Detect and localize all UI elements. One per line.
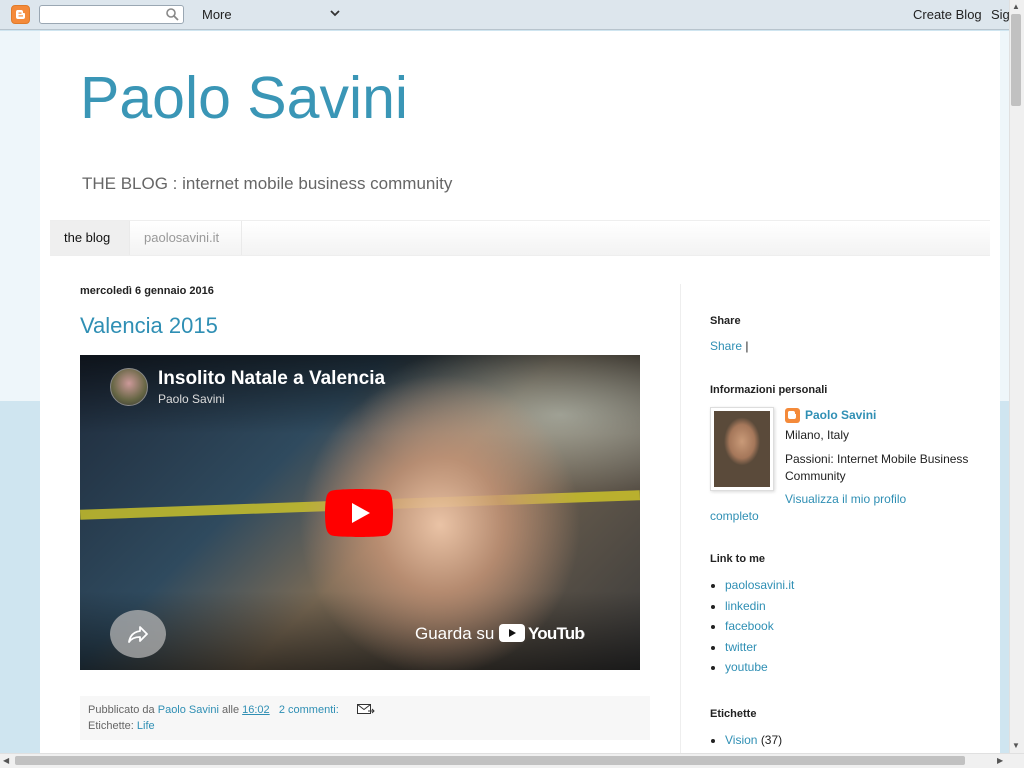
post-time-link[interactable]: 16:02 (242, 704, 270, 716)
post-title[interactable]: Valencia 2015 (80, 313, 218, 339)
chevron-down-icon[interactable] (330, 10, 340, 18)
at-label: alle (221, 704, 240, 716)
profile-passions: Passioni: Internet Mobile Business Commu… (785, 452, 969, 483)
page-tabs: the blog paolosavini.it (50, 220, 990, 256)
published-by-label: Pubblicato da (88, 704, 155, 716)
label-vision-link[interactable]: Vision (725, 733, 757, 747)
more-menu[interactable]: More (202, 7, 232, 22)
sign-in-link[interactable]: Sig (991, 7, 1010, 22)
link-paolosavini[interactable]: paolosavini.it (725, 578, 794, 592)
search-icon[interactable] (166, 8, 179, 21)
profile-heading: Informazioni personali (710, 384, 828, 396)
label-count: (37) (760, 733, 783, 747)
tab-the-blog[interactable]: the blog (50, 221, 130, 255)
email-post-icon[interactable] (357, 703, 375, 715)
list-item: Vision (37) (725, 730, 782, 751)
blog-description: THE BLOG : internet mobile business comm… (82, 174, 453, 193)
labels-prefix: Etichette: (88, 720, 134, 732)
blog-container: Paolo Savini THE BLOG : internet mobile … (40, 31, 1000, 753)
vertical-scroll-thumb[interactable] (1011, 14, 1021, 106)
blogger-navbar: More Create Blog Sig (0, 0, 1024, 30)
blog-title[interactable]: Paolo Savini (80, 64, 408, 132)
video-title[interactable]: Insolito Natale a Valencia (158, 368, 385, 390)
share-icon[interactable] (110, 610, 166, 658)
list-item: twitter (725, 637, 794, 658)
profile-name-link[interactable]: Paolo Savini (805, 408, 876, 422)
video-channel: Paolo Savini (158, 392, 225, 406)
list-item: linkedin (725, 596, 794, 617)
labels-list: Vision (37) (710, 730, 782, 751)
watch-on-label[interactable]: Guarda su (415, 624, 494, 644)
vertical-scrollbar[interactable] (1009, 0, 1024, 753)
share-heading: Share (710, 315, 741, 327)
scroll-up-icon[interactable]: ▲ (1012, 2, 1020, 11)
post-label-link[interactable]: Life (137, 720, 155, 732)
links-heading: Link to me (710, 553, 766, 565)
profile-avatar[interactable] (710, 407, 774, 491)
post-author-link[interactable]: Paolo Savini (158, 704, 219, 716)
share-link[interactable]: Share (710, 339, 742, 353)
create-blog-link[interactable]: Create Blog (913, 7, 982, 22)
scroll-left-icon[interactable]: ◀ (3, 756, 9, 765)
share-separator: | (745, 339, 749, 353)
channel-avatar[interactable] (110, 368, 148, 406)
labels-heading: Etichette (710, 708, 757, 720)
link-facebook[interactable]: facebook (725, 619, 774, 633)
link-youtube[interactable]: youtube (725, 660, 768, 674)
column-divider (680, 284, 681, 753)
list-item: paolosavini.it (725, 575, 794, 596)
view-profile-link[interactable]: Visualizza il mio profilo completo (710, 491, 940, 525)
horizontal-scroll-thumb[interactable] (15, 756, 965, 765)
blogger-profile-icon (785, 408, 800, 423)
list-item: youtube (725, 657, 794, 678)
blogger-logo-icon[interactable] (11, 5, 30, 24)
youtube-brand-text: YouTube (528, 624, 585, 643)
scroll-right-icon[interactable]: ▶ (997, 756, 1003, 765)
scroll-down-icon[interactable]: ▼ (1012, 741, 1020, 750)
link-linkedin[interactable]: linkedin (725, 599, 766, 613)
post-date: mercoledì 6 gennaio 2016 (80, 285, 214, 297)
youtube-logo-icon[interactable]: YouTube (499, 623, 585, 643)
youtube-embed[interactable]: Insolito Natale a Valencia Paolo Savini … (80, 355, 640, 670)
profile-location: Milano, Italy (785, 428, 850, 442)
link-twitter[interactable]: twitter (725, 640, 757, 654)
post-footer: Pubblicato da Paolo Savini alle 16:02 2 … (80, 696, 650, 740)
search-input[interactable] (39, 5, 184, 24)
comments-link[interactable]: 2 commenti: (279, 704, 339, 716)
tab-paolosavini[interactable]: paolosavini.it (130, 221, 242, 255)
play-button-icon[interactable] (325, 489, 393, 537)
links-list: paolosavini.it linkedin facebook twitter… (710, 575, 794, 678)
list-item: facebook (725, 616, 794, 637)
